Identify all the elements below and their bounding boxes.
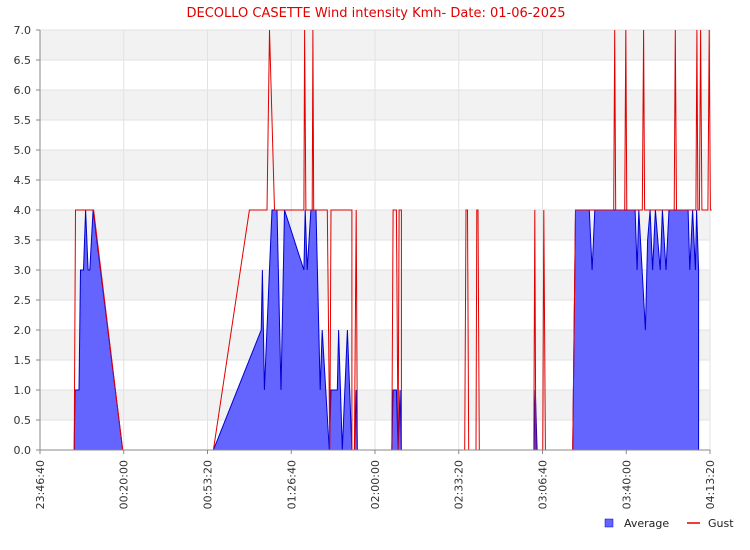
legend-gust-label: Gust: [708, 517, 734, 530]
x-tick-label: 23:46:40: [34, 460, 47, 509]
y-tick-label: 1.0: [14, 384, 32, 397]
x-tick-label: 03:06:40: [537, 460, 550, 509]
x-tick-label: 00:53:20: [201, 460, 214, 509]
y-tick-label: 3.0: [14, 264, 32, 277]
y-tick-label: 5.0: [14, 144, 32, 157]
y-tick-label: 1.5: [14, 354, 32, 367]
x-tick-labels: 23:46:40 00:20:00 00:53:20 01:26:40 02:00:00…: [34, 450, 717, 509]
x-tick-label: 02:33:20: [453, 460, 466, 509]
legend-average-swatch: [604, 518, 614, 528]
legend: Average Gust: [604, 517, 734, 530]
y-tick-label: 5.5: [14, 114, 32, 127]
y-tick-label: 3.5: [14, 234, 32, 247]
y-tick-label: 2.5: [14, 294, 32, 307]
y-tick-label: 2.0: [14, 324, 32, 337]
legend-average-label: Average: [624, 517, 669, 530]
chart-container: DECOLLO CASETTE Wind intensity Kmh- Date…: [0, 0, 750, 550]
x-tick-label: 04:13:20: [704, 460, 717, 509]
y-tick-label: 4.0: [14, 204, 32, 217]
y-tick-label: 0.0: [14, 444, 32, 457]
wind-chart: DECOLLO CASETTE Wind intensity Kmh- Date…: [14, 6, 735, 530]
x-tick-label: 00:20:00: [118, 460, 131, 509]
y-tick-label: 6.0: [14, 84, 32, 97]
y-tick-label: 6.5: [14, 54, 32, 67]
x-tick-label: 02:00:00: [369, 460, 382, 509]
y-tick-label: 7.0: [14, 24, 32, 37]
y-tick-label: 0.5: [14, 414, 32, 427]
x-tick-label: 01:26:40: [285, 460, 298, 509]
chart-title: DECOLLO CASETTE Wind intensity Kmh- Date…: [186, 6, 565, 21]
x-tick-label: 03:40:00: [620, 460, 633, 509]
y-tick-labels: 0.0 0.5 1.0 1.5 2.0 2.5 3.0 3.5 4.0 4.5 5.0 5.5 6.0 6…: [14, 24, 40, 457]
y-tick-label: 4.5: [14, 174, 32, 187]
